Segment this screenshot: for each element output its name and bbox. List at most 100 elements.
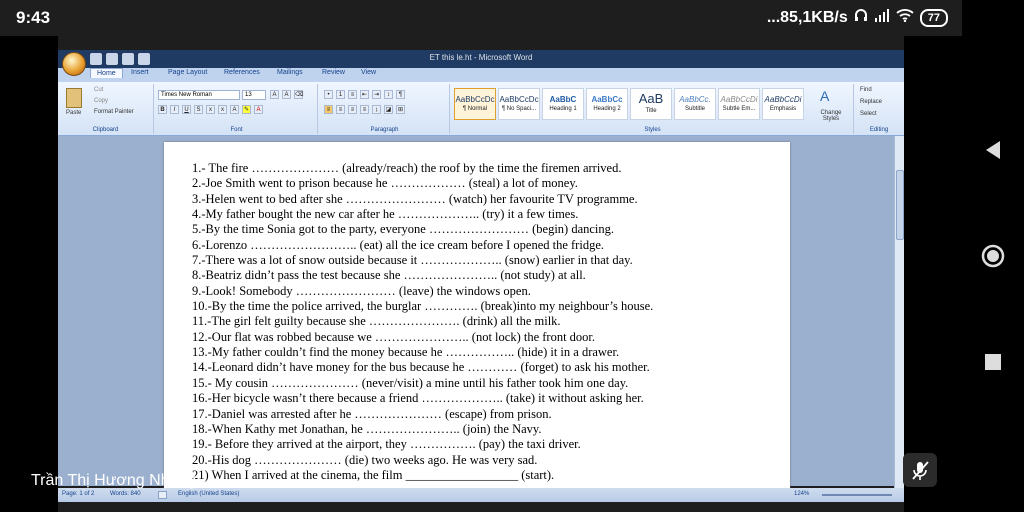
word-window: ET this le.ht - Microsoft Word Home Inse… [58,36,904,512]
decrease-indent-icon[interactable]: ⇤ [360,90,369,99]
mute-microphone-button[interactable] [903,453,937,487]
find-button[interactable]: Find [860,87,872,93]
style-title[interactable]: AaB Title [630,88,672,120]
justify-icon[interactable]: ≡ [360,105,369,114]
tab-references[interactable]: References [224,69,260,76]
exercise-line: 7.-There was a lot of snow outside becau… [192,253,633,268]
bold-icon[interactable]: B [158,105,167,114]
exercise-line: 12.-Our flat was robbed because we ……………… [192,329,596,344]
tab-review[interactable]: Review [322,69,345,76]
replace-button[interactable]: Replace [860,99,882,105]
tab-view[interactable]: View [361,69,376,76]
scroll-thumb[interactable] [896,170,904,240]
style-emphasis[interactable]: AaBbCcDi Emphasis [762,88,804,120]
font-color-icon[interactable]: A [254,105,263,114]
align-center-icon[interactable]: ≡ [336,105,345,114]
font-label: Font [230,127,243,133]
home-icon[interactable] [980,243,1006,269]
vertical-scrollbar[interactable] [894,136,904,488]
mic-off-icon [912,461,929,480]
cut-button[interactable]: Cut [94,87,103,93]
tab-page-layout[interactable]: Page Layout [168,69,207,76]
style-normal[interactable]: AaBbCcDc ¶ Normal [454,88,496,120]
battery-icon: 77 [919,8,948,27]
change-case-icon[interactable]: A [230,105,239,114]
line-spacing-icon[interactable]: ↨ [372,105,381,114]
style-no-spacing[interactable]: AaBbCcDc ¶ No Spaci... [498,88,540,120]
tab-insert[interactable]: Insert [131,69,149,76]
align-right-icon[interactable]: ≡ [348,105,357,114]
paragraph-group: • 1 ≡ ⇤ ⇥ ↕ ¶ ≡ ≡ ≡ ≡ ↨ ◪ ⊞ Paragraph [320,84,450,134]
android-status-bar: 9:43 ...85,1KB/s 77 [0,0,962,36]
highlight-icon[interactable]: ✎ [242,105,251,114]
shrink-font-icon[interactable]: A [282,90,291,99]
show-marks-icon[interactable]: ¶ [396,90,405,99]
title-bar: ET this le.ht - Microsoft Word [58,50,904,68]
increase-indent-icon[interactable]: ⇥ [372,90,381,99]
shading-icon[interactable]: ◪ [384,105,393,114]
font-name-field[interactable]: Times New Roman [158,90,240,100]
underline-icon[interactable]: U [182,105,191,114]
exercise-line: 4.-My father bought the new car after he… [192,207,579,222]
proofing-icon[interactable] [158,491,167,499]
wifi-icon [896,8,914,27]
exercise-line: 1.- The fire ………………… (already/reach) the… [192,161,622,175]
change-styles-icon: A [820,88,830,104]
print-preview-icon[interactable] [138,53,150,65]
zoom-slider[interactable] [822,494,892,496]
strikethrough-icon[interactable]: S [194,105,203,114]
paste-button[interactable]: Paste [66,110,81,116]
clear-format-icon[interactable]: ⌫ [294,90,303,99]
redo-icon[interactable] [122,53,134,65]
android-nav-bar [962,0,1024,512]
exercise-line: 10.-By the time the police arrived, the … [192,299,654,314]
word-count[interactable]: Words: 840 [110,491,141,497]
borders-icon[interactable]: ⊞ [396,105,405,114]
clipboard-label: Clipboard [92,127,119,133]
tab-home[interactable]: Home [90,68,123,78]
tab-mailings[interactable]: Mailings [277,69,303,76]
multilevel-icon[interactable]: ≡ [348,90,357,99]
network-speed: ...85,1KB/s [766,8,848,26]
signal-icon [874,8,890,27]
change-styles-button[interactable]: Change Styles [812,110,850,122]
zoom-level[interactable]: 124% [794,491,809,497]
align-left-icon[interactable]: ≡ [324,105,333,114]
ribbon-tabs: Home Insert Page Layout References Maili… [58,68,904,82]
numbering-icon[interactable]: 1 [336,90,345,99]
style-subtle-emphasis[interactable]: AaBbCcDi Subtle Em... [718,88,760,120]
font-size-field[interactable]: 13 [242,90,266,100]
ribbon: Paste Cut Copy Format Painter Clipboard … [58,82,904,136]
language[interactable]: English (United States) [178,491,239,497]
save-icon[interactable] [90,53,102,65]
superscript-icon[interactable]: x [218,105,227,114]
recents-icon[interactable] [980,349,1006,375]
exercise-line: 8.-Beatriz didn’t pass the test because … [192,268,586,283]
page-count[interactable]: Page: 1 of 2 [62,491,94,497]
exercise-line: 17.-Daniel was arrested after he …………………… [192,406,552,421]
select-button[interactable]: Select [860,111,877,117]
italic-icon[interactable]: I [170,105,179,114]
font-group: Times New Roman 13 A A ⌫ B I U S x x A ✎… [156,84,318,134]
exercise-line: 5.-By the time Sonia got to the party, e… [192,222,615,237]
paragraph-label: Paragraph [370,127,399,133]
styles-label: Styles [644,127,661,133]
editing-label: Editing [869,127,889,133]
office-button[interactable] [62,52,86,76]
document-page[interactable]: 1.- The fire ………………… (already/reach) the… [164,142,790,488]
style-heading-2[interactable]: AaBbCc Heading 2 [586,88,628,120]
format-painter-button[interactable]: Format Painter [94,109,134,115]
style-heading-1[interactable]: AaBbC Heading 1 [542,88,584,120]
grow-font-icon[interactable]: A [270,90,279,99]
undo-icon[interactable] [106,53,118,65]
clipboard-group: Paste Cut Copy Format Painter Clipboard [58,84,154,134]
exercise-line: 19.- Before they arrived at the airport,… [192,437,581,452]
sort-icon[interactable]: ↕ [384,90,393,99]
style-subtitle[interactable]: AaBbCc. Subtitle [674,88,716,120]
subscript-icon[interactable]: x [206,105,215,114]
copy-button[interactable]: Copy [94,98,108,104]
back-icon[interactable] [980,137,1006,163]
bullets-icon[interactable]: • [324,90,333,99]
exercise-line: 15.- My cousin ………………… (never/visit) a m… [192,375,629,390]
participant-name: Trần Thị Hương Nhung [31,472,197,489]
